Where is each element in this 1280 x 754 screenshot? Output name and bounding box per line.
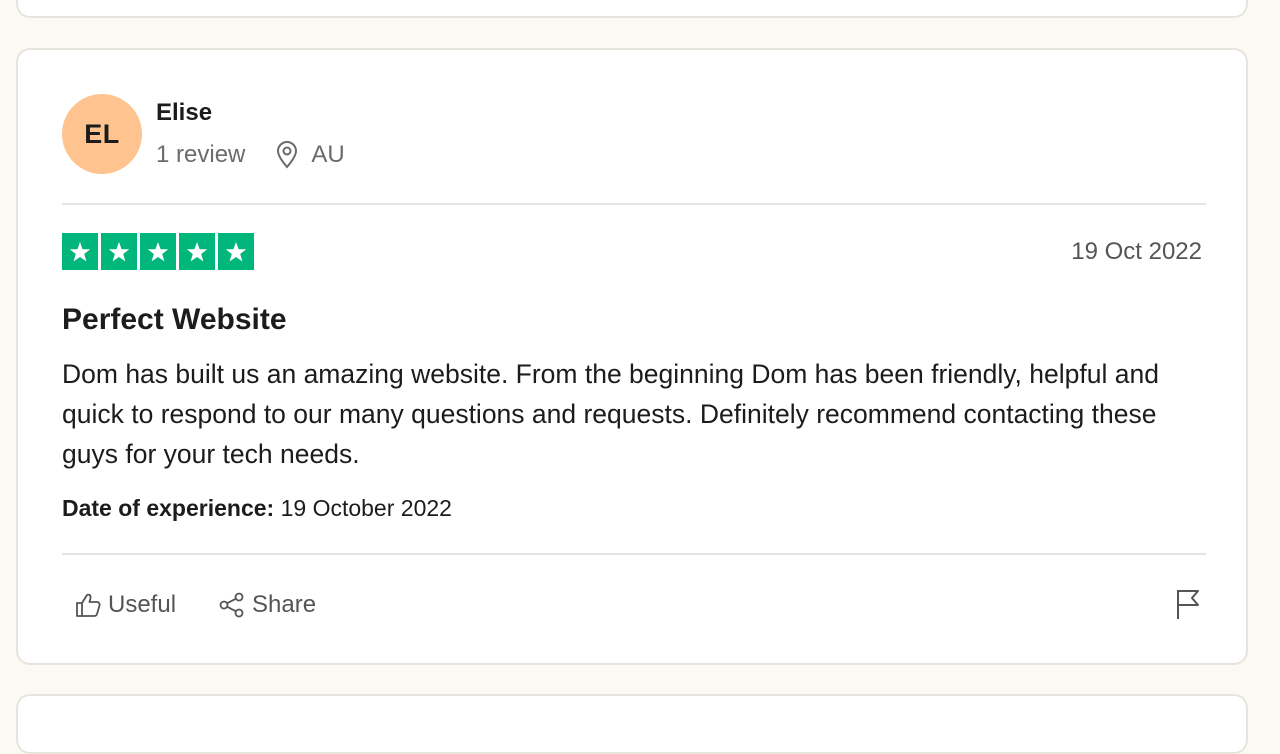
star-icon xyxy=(101,233,137,270)
avatar[interactable]: EL xyxy=(62,94,142,174)
star-icon xyxy=(179,233,215,270)
review-count: 1 review xyxy=(156,141,246,168)
star-icon xyxy=(218,233,254,270)
report-button[interactable] xyxy=(1174,587,1202,621)
experience-date: 19 October 2022 xyxy=(280,495,452,521)
review-actions: Useful Share xyxy=(74,587,316,623)
date-of-experience: Date of experience: 19 October 2022 xyxy=(62,493,452,523)
review-body: Dom has built us an amazing website. Fro… xyxy=(62,359,1159,469)
review-title[interactable]: Perfect Website xyxy=(62,301,287,339)
star-icon xyxy=(140,233,176,270)
reviewer-meta: 1 review AU xyxy=(156,138,345,172)
thumbs-up-icon xyxy=(76,593,101,617)
share-icon xyxy=(219,592,244,618)
avatar-initials: EL xyxy=(84,118,120,149)
next-review-card xyxy=(16,694,1248,754)
reviewer-location: AU xyxy=(311,141,345,168)
reviewer-name[interactable]: Elise xyxy=(156,98,212,128)
share-label: Share xyxy=(252,591,317,618)
previous-review-card xyxy=(16,0,1248,18)
header-divider xyxy=(62,203,1206,205)
footer-divider xyxy=(62,553,1206,555)
useful-label: Useful xyxy=(108,591,177,618)
review-date: 19 Oct 2022 xyxy=(1071,238,1202,265)
location-pin-icon xyxy=(275,141,301,169)
review-card: EL Elise 1 review AU 19 Oct 2022 Perfect… xyxy=(16,48,1248,665)
experience-label: Date of experience: xyxy=(62,495,275,521)
star-icon xyxy=(62,233,98,270)
star-rating xyxy=(62,233,254,270)
useful-button[interactable]: Useful xyxy=(74,591,176,619)
share-button[interactable]: Share xyxy=(218,591,316,619)
flag-icon xyxy=(1177,590,1199,619)
